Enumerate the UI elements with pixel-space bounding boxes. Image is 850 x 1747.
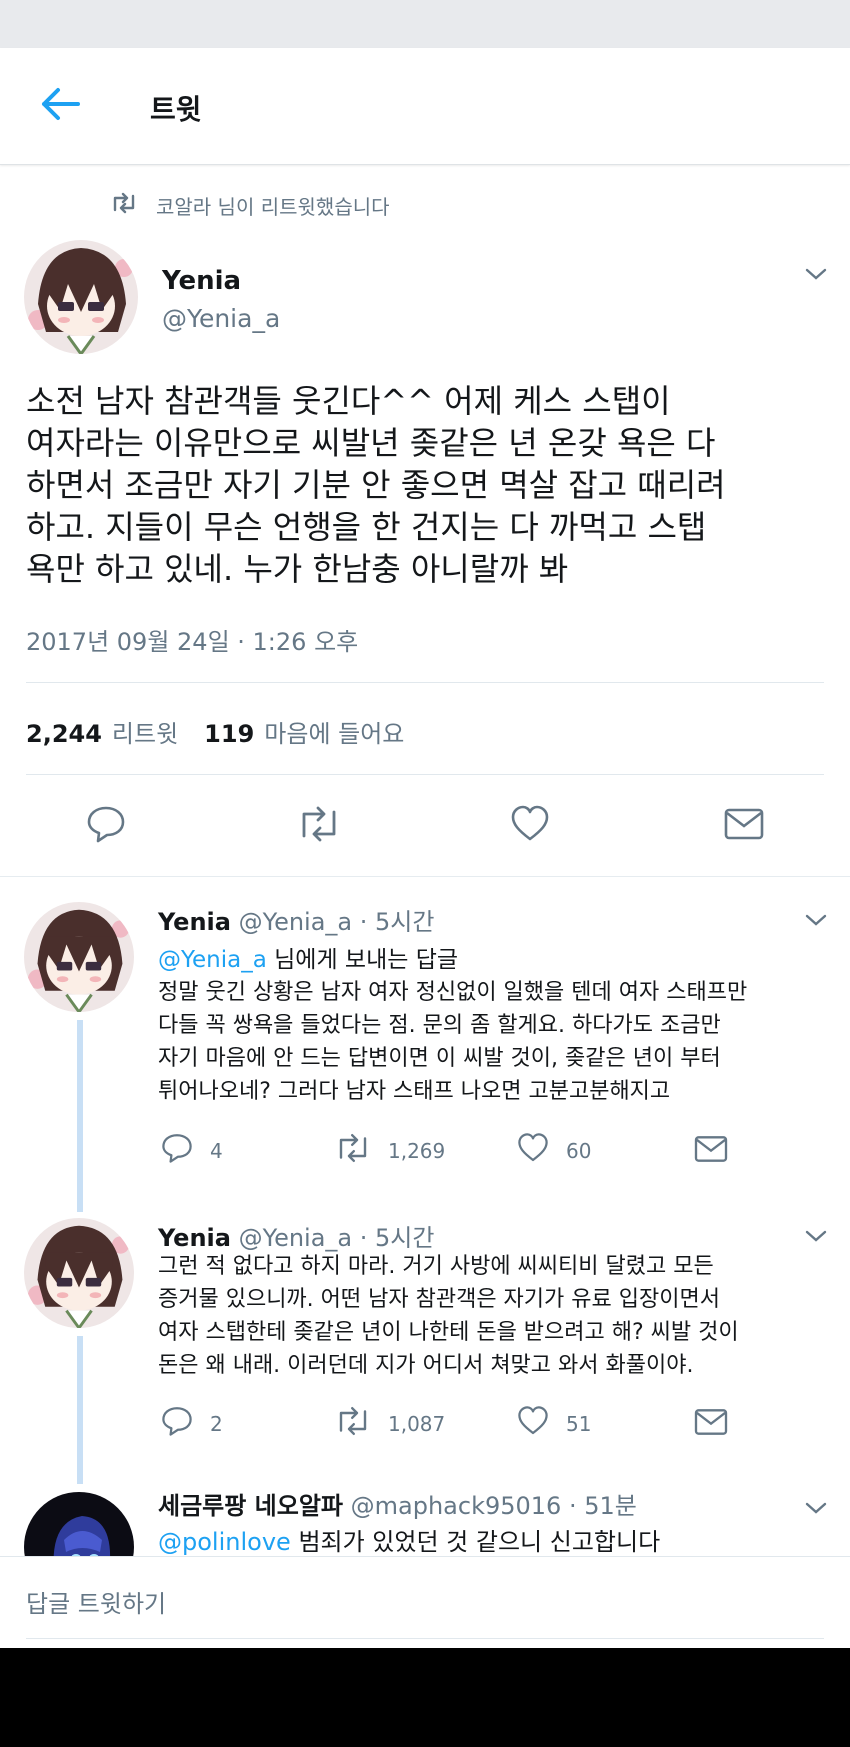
- tweet-text: 소전 남자 참관객들 웃긴다^^ 어제 케스 스탭이 여자라는 이유만으로 씨발…: [26, 380, 826, 590]
- mail-icon[interactable]: [724, 806, 764, 846]
- reply-header: Yenia @Yenia_a · 5시간: [158, 1218, 434, 1253]
- replying-to-suffix: 님에게 보내는 답글: [274, 947, 459, 973]
- reply-text-line: 증거물 있으니까. 어떤 남자 참관객은 자기가 유료 입장이면서: [158, 1287, 720, 1312]
- heart-icon: [516, 1405, 550, 1442]
- chevron-down-icon[interactable]: [804, 1500, 828, 1516]
- reply-text-line: 돈은 왜 내래. 이러던데 지가 어디서 쳐맞고 와서 화풀이야.: [158, 1353, 694, 1378]
- reply-text-line: 그런 적 없다고 하지 마라. 거기 사방에 씨씨티비 달렸고 모든: [158, 1254, 714, 1279]
- reply-button[interactable]: 4: [160, 1132, 223, 1169]
- chevron-down-icon[interactable]: [804, 1228, 828, 1244]
- like-count: 60: [566, 1138, 592, 1163]
- heart-icon: [516, 1132, 550, 1169]
- engagement-stats: 2,244 리트윗 119 마음에 들어요: [26, 714, 404, 749]
- tweet-timestamp[interactable]: 2017년 09월 24일 · 1:26 오후: [26, 622, 358, 657]
- reply-button[interactable]: 2: [160, 1405, 223, 1442]
- thread-connector: [77, 1020, 83, 1212]
- reply-icon: [160, 1405, 194, 1442]
- retweet-icon[interactable]: [296, 804, 342, 844]
- chevron-down-icon[interactable]: [804, 912, 828, 928]
- reply-text-line: 범죄가 있었던 것 같으니 신고합니다: [298, 1528, 661, 1556]
- reply-compose-input[interactable]: 답글 트윗하기: [26, 1584, 166, 1619]
- reply-icon[interactable]: [86, 804, 126, 844]
- reply-author-name[interactable]: 세금루팡 네오알파: [158, 1492, 343, 1520]
- like-stat[interactable]: 119 마음에 들어요: [204, 714, 404, 749]
- reply-text: @polinlove 범죄가 있었던 것 같으니 신고합니다: [158, 1522, 660, 1557]
- like-button[interactable]: 51: [516, 1405, 591, 1442]
- avatar[interactable]: [24, 902, 134, 1012]
- page-title: 트윗: [150, 93, 202, 126]
- mention-link[interactable]: @Yenia_a: [158, 947, 267, 973]
- retweet-count: 1,087: [388, 1411, 446, 1436]
- retweet-button[interactable]: 1,087: [334, 1405, 445, 1442]
- reply-author-handle[interactable]: @Yenia_a: [239, 1224, 353, 1252]
- author-name[interactable]: Yenia: [162, 266, 241, 296]
- reply-header: 세금루팡 네오알파 @maphack95016 · 51분: [158, 1486, 637, 1521]
- reply-text-line: 여자 스탭한테 좆같은 년이 나한테 돈을 받으려고 해? 씨발 것이: [158, 1320, 739, 1345]
- reply-author-name[interactable]: Yenia: [158, 908, 231, 936]
- mail-icon[interactable]: [694, 1407, 728, 1441]
- chevron-down-icon[interactable]: [804, 266, 828, 282]
- top-app-bar: [0, 48, 850, 165]
- retweeted-by-banner[interactable]: 코알라 님이 리트윗했습니다: [110, 188, 390, 222]
- replying-to: @Yenia_a 님에게 보내는 답글: [158, 940, 458, 974]
- reply-text-line: 정말 웃긴 상황은 남자 여자 정신없이 일했을 텐데 여자 스태프만: [158, 980, 748, 1005]
- divider: [26, 774, 824, 775]
- retweet-stat[interactable]: 2,244 리트윗: [26, 714, 178, 749]
- heart-icon[interactable]: [510, 804, 550, 844]
- reply-text: 그런 적 없다고 하지 마라. 거기 사방에 씨씨티비 달렸고 모든 증거물 있…: [158, 1250, 828, 1382]
- reply-text-line: 다들 꼭 쌍욕을 들었다는 점. 문의 좀 할게요. 하다가도 조금만: [158, 1013, 721, 1038]
- reply-count: 4: [210, 1138, 223, 1163]
- author-handle[interactable]: @Yenia_a: [162, 304, 280, 333]
- reply-time: · 5시간: [359, 908, 435, 936]
- like-count: 119: [204, 720, 255, 748]
- reply-author-handle[interactable]: @Yenia_a: [239, 908, 353, 936]
- retweet-count: 2,244: [26, 720, 102, 748]
- avatar[interactable]: [24, 240, 138, 354]
- tweet-actions: [0, 804, 850, 848]
- like-count: 51: [566, 1411, 592, 1436]
- mention-link[interactable]: @polinlove: [158, 1528, 291, 1556]
- mail-icon[interactable]: [694, 1134, 728, 1168]
- reply-time: · 51분: [568, 1492, 637, 1520]
- system-navigation-bar: [0, 1648, 850, 1747]
- thread-connector: [77, 1336, 83, 1484]
- retweet-icon: [110, 192, 138, 219]
- reply-time: · 5시간: [359, 1224, 435, 1252]
- retweet-count: 1,269: [388, 1138, 446, 1163]
- reply-header: Yenia @Yenia_a · 5시간: [158, 902, 434, 937]
- status-bar: [0, 0, 850, 48]
- reply-text: 정말 웃긴 상황은 남자 여자 정신없이 일했을 텐데 여자 스태프만 다들 꼭…: [158, 976, 828, 1108]
- reply-author-handle[interactable]: @maphack95016: [351, 1492, 562, 1520]
- avatar[interactable]: [24, 1218, 134, 1328]
- tweet-text-line: 소전 남자 참관객들 웃긴다^^ 어제 케스 스탭이: [26, 382, 671, 420]
- tweet-text-line: 욕만 하고 있네. 누가 한남충 아니랄까 봐: [26, 550, 569, 588]
- tweet-text-line: 여자라는 이유만으로 씨발년 좆같은 년 온갖 욕은 다: [26, 424, 716, 462]
- retweet-icon: [334, 1405, 372, 1442]
- retweet-label: 리트윗: [111, 720, 179, 748]
- retweet-button[interactable]: 1,269: [334, 1132, 445, 1169]
- back-arrow-icon[interactable]: [36, 84, 84, 124]
- section-divider: [0, 876, 850, 877]
- reply-text-line: 튀어나오네? 그러다 남자 스태프 나오면 고분고분해지고: [158, 1079, 671, 1104]
- tweet-text-line: 하고. 지들이 무슨 언행을 한 건지는 다 까먹고 스탭: [26, 508, 707, 546]
- divider: [26, 682, 824, 683]
- reply-text-line: 자기 마음에 안 드는 답변이면 이 씨발 것이, 좆같은 년이 부터: [158, 1046, 721, 1071]
- reply-count: 2: [210, 1411, 223, 1436]
- reply-author-name[interactable]: Yenia: [158, 1224, 231, 1252]
- divider: [26, 1638, 824, 1639]
- retweet-icon: [334, 1132, 372, 1169]
- like-button[interactable]: 60: [516, 1132, 591, 1169]
- retweet-banner-text: 코알라 님이 리트윗했습니다: [156, 194, 390, 219]
- like-label: 마음에 들어요: [264, 720, 405, 748]
- reply-icon: [160, 1132, 194, 1169]
- tweet-text-line: 하면서 조금만 자기 기분 안 좋으면 멱살 잡고 때리려: [26, 466, 726, 504]
